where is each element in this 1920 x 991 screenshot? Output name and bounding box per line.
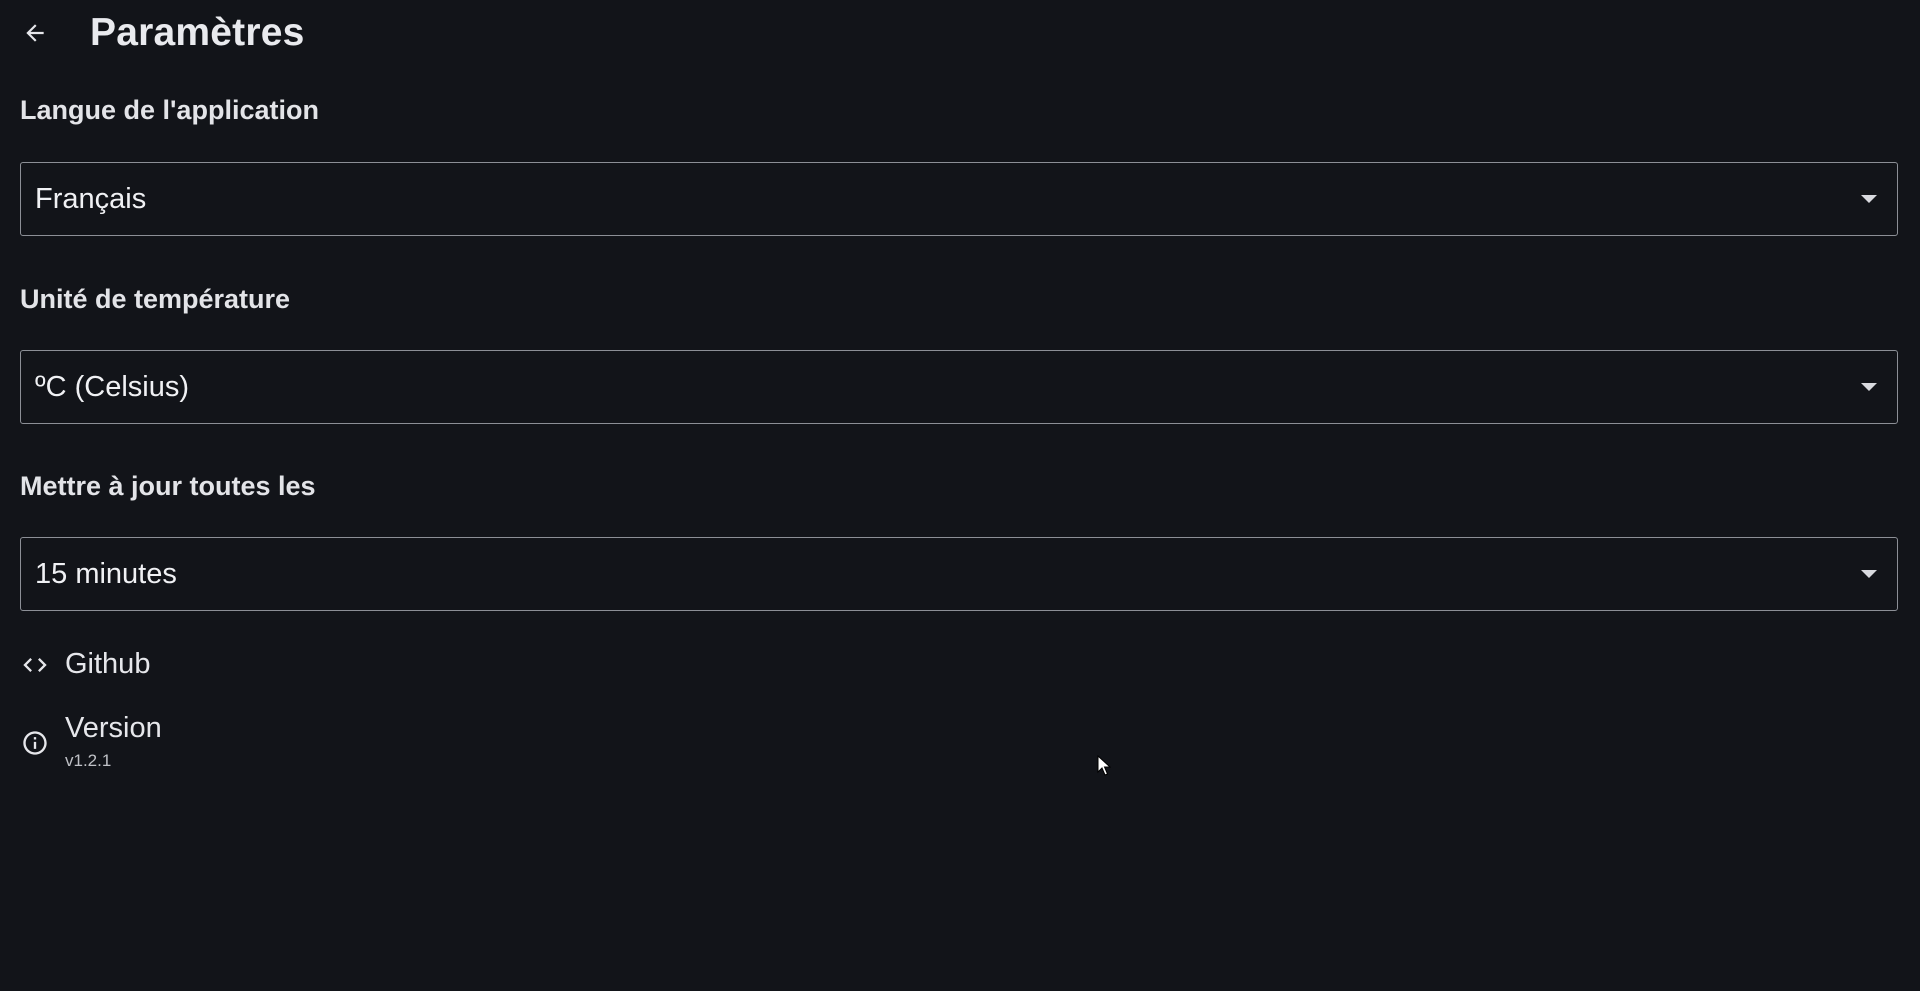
mouse-cursor-icon [1097, 754, 1112, 777]
back-button[interactable] [16, 16, 54, 54]
update-interval-label: Mettre à jour toutes les [20, 471, 316, 501]
temperature-label: Unité de température [20, 284, 291, 314]
update-interval-value: 15 minutes [35, 557, 177, 590]
github-link[interactable]: Github [20, 648, 150, 681]
version-text: Version v1.2.1 [65, 712, 162, 771]
temperature-value: ºC (Celsius) [35, 370, 189, 403]
update-interval-select[interactable]: 15 minutes [20, 537, 1898, 611]
version-label: Version [65, 712, 162, 744]
language-label: Langue de l'application [20, 95, 319, 125]
caret-down-icon [1861, 383, 1877, 391]
arrow-left-icon [22, 20, 48, 51]
info-icon [20, 728, 50, 758]
language-value: Français [35, 182, 147, 215]
header: Paramètres [0, 0, 1920, 70]
github-label: Github [65, 648, 151, 680]
settings-page: Paramètres Langue de l'application Franç… [0, 0, 1920, 991]
code-icon [20, 650, 50, 680]
page-title: Paramètres [90, 11, 305, 54]
version-value: v1.2.1 [65, 751, 112, 770]
caret-down-icon [1861, 570, 1877, 578]
version-item[interactable]: Version v1.2.1 [20, 712, 162, 771]
language-select[interactable]: Français [20, 162, 1898, 236]
temperature-select[interactable]: ºC (Celsius) [20, 350, 1898, 424]
caret-down-icon [1861, 195, 1877, 203]
